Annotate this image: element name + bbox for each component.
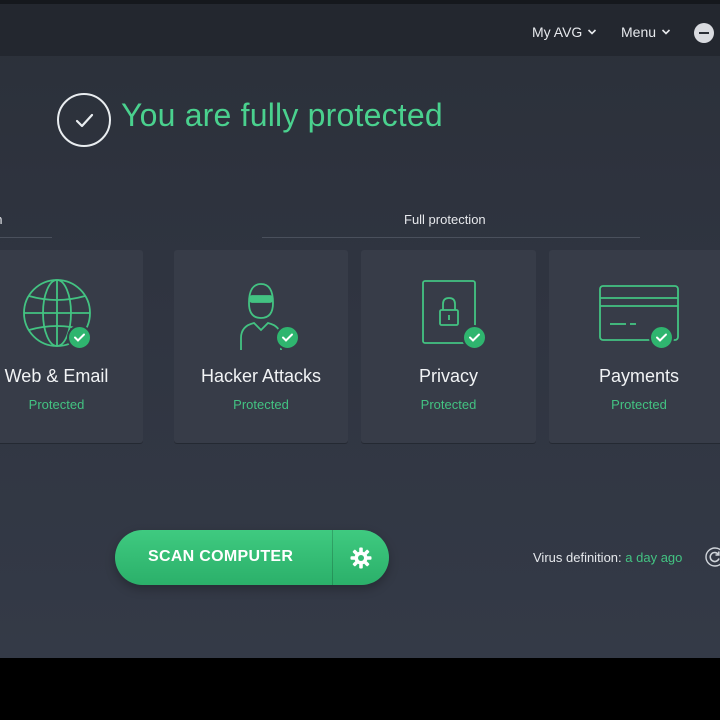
checkmark-circle-icon [57,93,111,147]
card-status: Protected [420,397,477,412]
card-status: Protected [611,397,667,412]
check-badge-icon [67,325,92,350]
top-bar: My AVG Menu [0,0,720,56]
virus-definition-label: Virus definition: [533,550,622,565]
my-avg-label: My AVG [532,24,583,40]
main-menu[interactable]: Menu [621,24,671,40]
virus-definition-value[interactable]: a day ago [625,550,682,565]
section-divider [0,237,52,238]
card-status: Protected [28,397,85,412]
card-title: Payments [598,366,680,386]
check-badge-icon [649,325,674,350]
card-payments[interactable]: Payments Protected [549,250,720,443]
section-label-left: on [0,212,2,227]
card-title: Web & Email [4,366,109,386]
check-badge-icon [275,325,300,350]
menu-label: Menu [621,24,657,40]
card-title: Privacy [418,366,478,386]
section-divider [262,237,640,238]
chevron-down-icon [661,29,671,35]
virus-definition-status: Virus definition: a day ago [533,550,682,565]
gear-icon [350,547,372,569]
minimize-button[interactable] [694,23,714,43]
card-status: Protected [233,397,289,412]
my-avg-menu[interactable]: My AVG [532,24,597,40]
refresh-icon[interactable] [705,547,720,567]
card-privacy[interactable]: Privacy Protected [361,250,536,443]
scan-computer-button[interactable]: SCAN COMPUTER [115,530,389,585]
check-badge-icon [462,325,487,350]
scan-settings-button[interactable] [333,530,389,585]
card-hacker-attacks[interactable]: Hacker Attacks Protected [174,250,348,443]
card-web-email[interactable]: Web & Email Protected [0,250,143,443]
scan-computer-label: SCAN COMPUTER [148,548,294,565]
section-label-full-protection: Full protection [404,212,486,227]
avg-main-window: My AVG Menu You are fully protected on F… [0,0,720,658]
card-title: Hacker Attacks [200,366,322,386]
protection-status-title: You are fully protected [121,97,443,133]
chevron-down-icon [588,29,597,35]
